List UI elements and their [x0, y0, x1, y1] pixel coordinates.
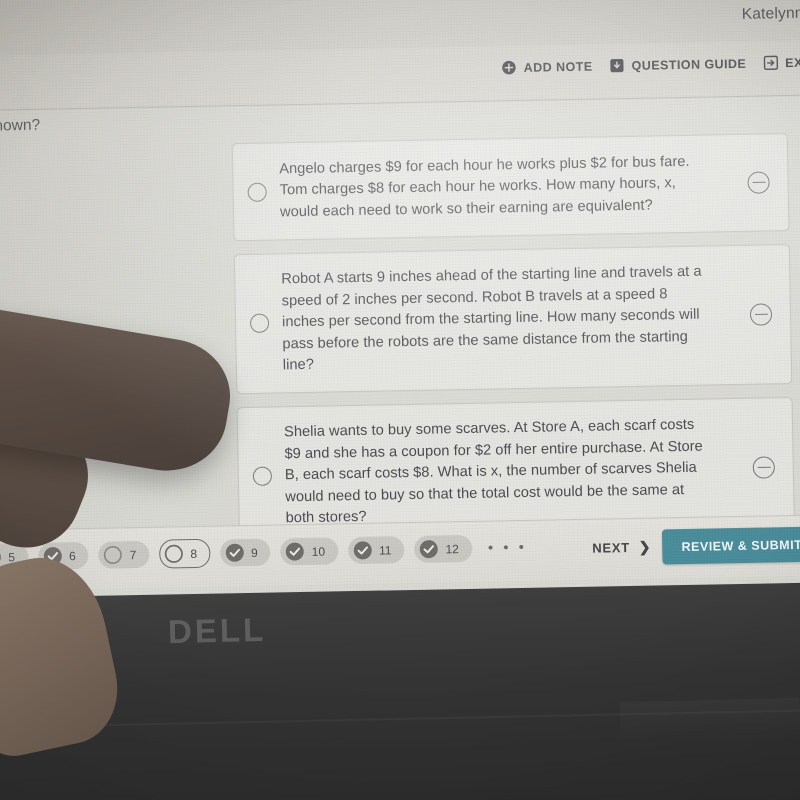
question-navigator: 5 6 7 8 9 10 11 12 • • •: [0, 533, 527, 572]
question-guide-label: QUESTION GUIDE: [631, 56, 747, 73]
next-button[interactable]: NEXT ❯: [592, 539, 651, 557]
bottom-navigation-bar: 5 6 7 8 9 10 11 12 • • • NEXT ❯ REVIEW &…: [0, 513, 800, 592]
question-nav-item-8-current[interactable]: 8: [159, 538, 211, 569]
question-nav-label: 9: [250, 545, 258, 560]
add-note-button[interactable]: ADD NOTE: [502, 59, 593, 76]
answer-radio-wrap[interactable]: [234, 182, 280, 202]
question-nav-item-11[interactable]: 11: [347, 536, 405, 565]
eliminate-wrap[interactable]: [729, 171, 787, 194]
question-nav-item-10[interactable]: 10: [280, 537, 339, 566]
question-nav-label: 10: [311, 544, 326, 559]
minus-circle-icon[interactable]: [752, 456, 776, 479]
question-nav-item-12[interactable]: 12: [414, 534, 473, 563]
minus-circle-icon[interactable]: [747, 171, 770, 194]
review-and-submit-label: REVIEW & SUBMIT: [681, 537, 800, 554]
question-guide-button[interactable]: QUESTION GUIDE: [609, 56, 746, 74]
user-name: Katelynn Ram: [741, 4, 800, 23]
plus-circle-icon: [502, 60, 517, 75]
radio-circle-icon[interactable]: [252, 467, 272, 487]
next-label: NEXT: [592, 540, 630, 556]
question-nav-label: 8: [190, 546, 198, 561]
exit-test-label: EXIT TES: [785, 54, 800, 70]
test-application: Katelynn Ram OM ADD NOTE: [0, 0, 800, 598]
toolbar-actions: ADD NOTE QUESTION GUIDE EXIT TES: [502, 54, 800, 75]
question-nav-item-9[interactable]: 9: [219, 538, 271, 567]
question-nav-label: 7: [129, 547, 137, 562]
deck-vent: [619, 697, 800, 743]
answer-option-text: Angelo charges $9 for each hour he works…: [279, 153, 690, 221]
answer-radio-wrap[interactable]: [236, 314, 282, 334]
question-guide-icon: [609, 58, 624, 73]
laptop-photo: DELL Katelynn Ram OM ADD NOTE: [0, 0, 800, 800]
question-nav-overflow[interactable]: • • •: [488, 539, 527, 557]
question-nav-label: 12: [445, 541, 460, 556]
minus-circle-icon[interactable]: [749, 303, 773, 326]
radio-circle-icon[interactable]: [247, 182, 267, 202]
answer-options-list: Angelo charges $9 for each hour he works…: [231, 133, 796, 560]
chevron-right-icon: ❯: [638, 538, 652, 555]
laptop-screen: Katelynn Ram OM ADD NOTE: [0, 0, 800, 599]
answer-option[interactable]: Angelo charges $9 for each hour he works…: [231, 133, 790, 242]
check-circle-icon: [286, 542, 305, 561]
check-circle-icon: [225, 543, 244, 562]
empty-circle-icon: [104, 545, 123, 564]
exit-test-button[interactable]: EXIT TES: [763, 54, 800, 71]
question-nav-item-7[interactable]: 7: [98, 540, 150, 569]
review-and-submit-button[interactable]: REVIEW & SUBMIT: [662, 526, 800, 565]
radio-circle-icon[interactable]: [249, 314, 269, 334]
eliminate-wrap[interactable]: [735, 456, 793, 479]
add-note-label: ADD NOTE: [523, 59, 593, 75]
exit-arrow-icon: [763, 55, 778, 71]
answer-option-text: Robot A starts 9 inches ahead of the sta…: [281, 263, 702, 374]
answer-option[interactable]: Robot A starts 9 inches ahead of the sta…: [233, 244, 793, 395]
question-nav-label: 11: [378, 542, 392, 558]
question-stem-text: tion shown?: [0, 116, 41, 136]
question-nav-label: 6: [68, 548, 76, 563]
dell-logo: DELL: [167, 610, 267, 651]
answer-option-text: Shelia wants to buy some scarves. At Sto…: [283, 416, 703, 527]
check-circle-icon: [419, 540, 439, 559]
empty-circle-icon: [164, 544, 183, 563]
answer-radio-wrap[interactable]: [239, 467, 285, 487]
eliminate-wrap[interactable]: [732, 303, 790, 326]
check-circle-icon: [0, 548, 2, 567]
check-circle-icon: [353, 541, 372, 560]
